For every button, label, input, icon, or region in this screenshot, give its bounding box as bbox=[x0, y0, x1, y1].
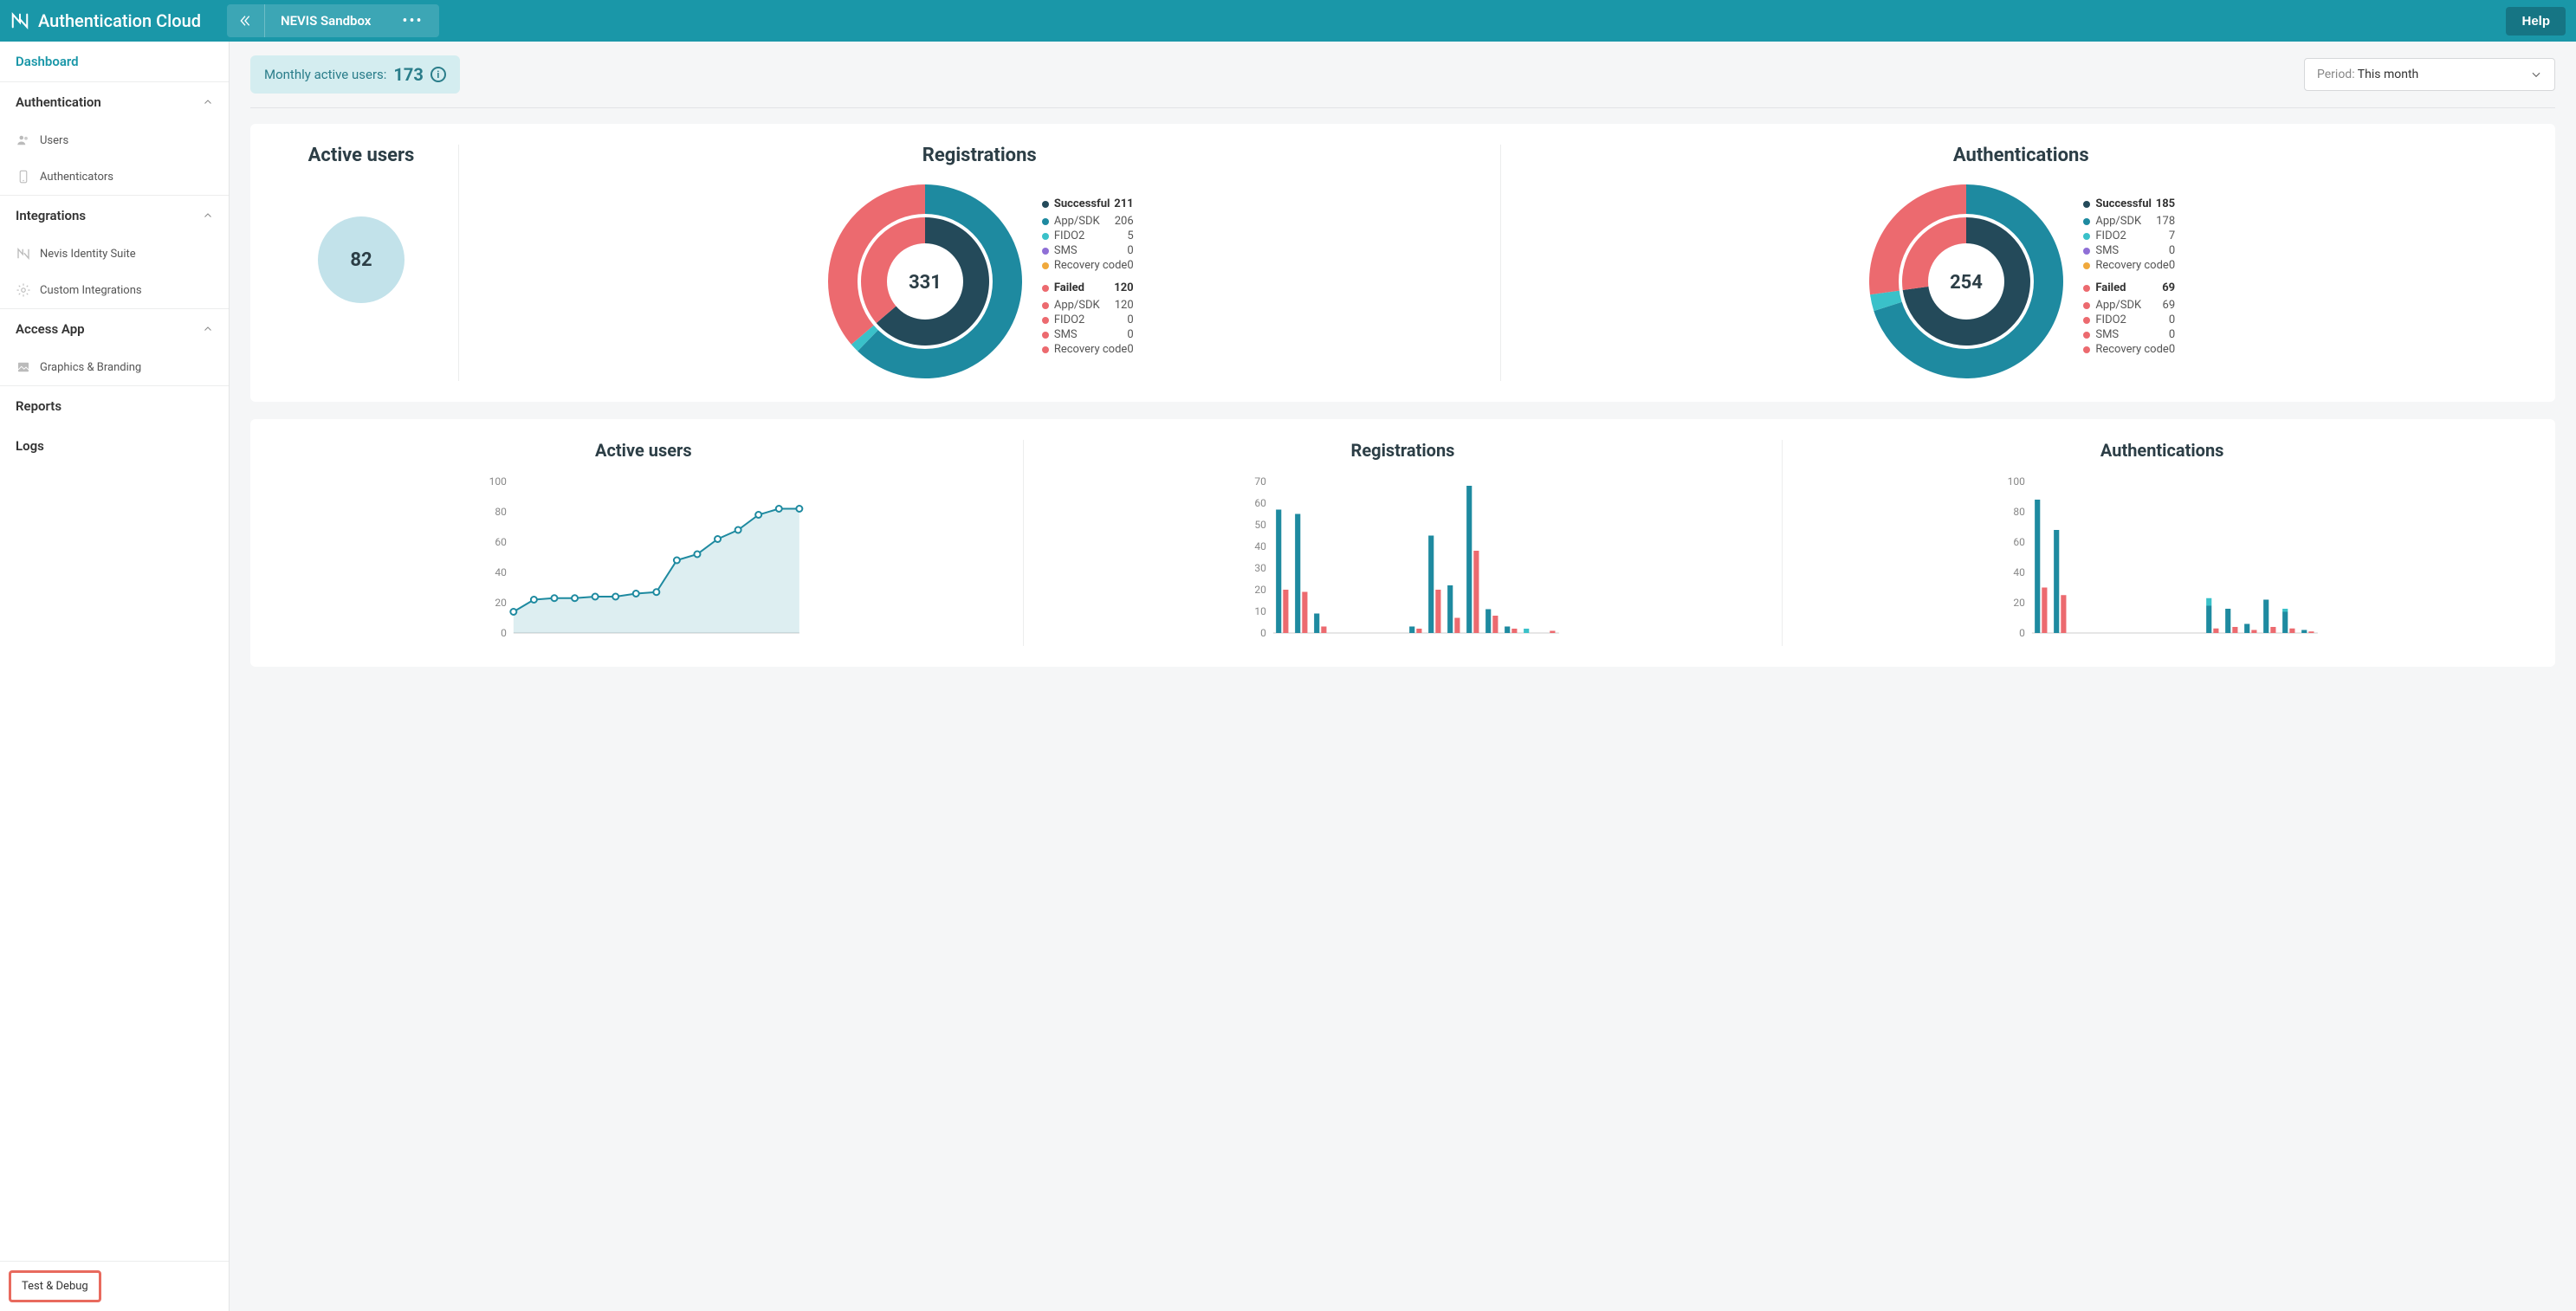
svg-text:60: 60 bbox=[495, 536, 507, 548]
sidebar-item-label: Graphics & Branding bbox=[40, 361, 141, 374]
info-icon[interactable]: i bbox=[430, 67, 446, 82]
svg-text:60: 60 bbox=[1254, 497, 1266, 509]
sidebar-item-dashboard[interactable]: Dashboard bbox=[0, 42, 229, 81]
svg-text:100: 100 bbox=[2008, 475, 2025, 488]
sidebar-item-branding[interactable]: Graphics & Branding bbox=[0, 349, 229, 385]
help-button[interactable]: Help bbox=[2506, 7, 2566, 36]
svg-text:70: 70 bbox=[1254, 475, 1266, 488]
main-content: Monthly active users: 173 i Period: This… bbox=[230, 42, 2576, 1311]
chevron-up-icon bbox=[203, 97, 213, 107]
tile-title: Active users bbox=[308, 145, 415, 166]
tile-title: Authentications bbox=[1953, 145, 2089, 166]
svg-text:0: 0 bbox=[1260, 627, 1266, 639]
period-value: This month bbox=[2358, 68, 2418, 81]
svg-text:80: 80 bbox=[2014, 506, 2026, 518]
chart-title: Authentications bbox=[2100, 440, 2224, 461]
svg-text:100: 100 bbox=[489, 475, 507, 488]
svg-text:60: 60 bbox=[2014, 536, 2026, 548]
svg-text:40: 40 bbox=[2014, 566, 2026, 578]
sidebar-item-integrations[interactable]: Integrations bbox=[0, 196, 229, 236]
sidebar-item-label: Reports bbox=[16, 398, 61, 414]
svg-text:20: 20 bbox=[495, 597, 507, 609]
period-label: Period: bbox=[2317, 68, 2355, 81]
trends-card: Active users 020406080100 Registrations … bbox=[250, 419, 2555, 667]
mau-pill: Monthly active users: 173 i bbox=[250, 55, 460, 94]
svg-text:331: 331 bbox=[909, 272, 942, 294]
sidebar-item-reports[interactable]: Reports bbox=[0, 386, 229, 426]
nevis-icon bbox=[16, 246, 31, 262]
logo-icon bbox=[10, 11, 29, 30]
svg-text:40: 40 bbox=[495, 566, 507, 578]
active-users-value: 82 bbox=[318, 216, 405, 303]
users-icon bbox=[16, 132, 31, 148]
sidebar-item-label: Users bbox=[40, 134, 68, 147]
sidebar-item-label: Access App bbox=[16, 321, 85, 337]
svg-text:254: 254 bbox=[1950, 272, 1983, 294]
sidebar-item-label: Custom Integrations bbox=[40, 284, 142, 297]
active-users-tile: Active users 82 bbox=[275, 145, 448, 381]
authentications-bar-chart: 0 20 40 60 80 100 bbox=[1793, 473, 2531, 646]
authentications-tile: Authentications 254 Successful185App/SDK… bbox=[1511, 145, 2532, 381]
period-select[interactable]: Period: This month bbox=[2304, 58, 2555, 91]
test-debug-button[interactable]: Test & Debug bbox=[9, 1270, 101, 1302]
sidebar-item-label: Authenticators bbox=[40, 171, 113, 184]
active-users-chart-tile: Active users 0 20 40 60 80 100 bbox=[275, 440, 1013, 646]
sidebar-item-nis[interactable]: Nevis Identity Suite bbox=[0, 236, 229, 272]
chevron-up-icon bbox=[203, 324, 213, 334]
registrations-chart-tile: Registrations 0 10 20 30 40 50 60 70 bbox=[1034, 440, 1772, 646]
mau-label: Monthly active users: bbox=[264, 67, 386, 82]
sidebar-item-authenticators[interactable]: Authenticators bbox=[0, 158, 229, 195]
authentications-legend: Successful185App/SDK178FIDO27SMS0Recover… bbox=[2083, 197, 2175, 365]
active-users-line-chart: 0 20 40 60 80 100 bbox=[275, 473, 1013, 646]
registrations-donut: 331 bbox=[825, 182, 1025, 381]
svg-text:0: 0 bbox=[501, 627, 507, 639]
authentications-donut: 254 bbox=[1867, 182, 2066, 381]
topbar: Authentication Cloud NEVIS Sandbox ••• H… bbox=[0, 0, 2576, 42]
chevron-down-icon bbox=[2530, 68, 2542, 81]
sidebar: Dashboard Authentication Users Authentic… bbox=[0, 42, 230, 1311]
gear-icon bbox=[16, 282, 31, 298]
breadcrumb: NEVIS Sandbox ••• bbox=[227, 4, 439, 37]
authentications-chart-tile: Authentications 0 20 40 60 80 100 bbox=[1793, 440, 2531, 646]
svg-text:80: 80 bbox=[495, 506, 507, 518]
summary-card: Active users 82 Registrations 331 Succes… bbox=[250, 124, 2555, 402]
sidebar-item-logs[interactable]: Logs bbox=[0, 426, 229, 466]
tile-title: Registrations bbox=[922, 145, 1037, 166]
registrations-tile: Registrations 331 Successful211App/SDK20… bbox=[469, 145, 1490, 381]
sidebar-item-label: Authentication bbox=[16, 94, 101, 110]
sidebar-item-label: Nevis Identity Suite bbox=[40, 248, 136, 261]
sidebar-item-label: Dashboard bbox=[16, 54, 79, 69]
sidebar-item-authentication[interactable]: Authentication bbox=[0, 82, 229, 122]
chart-title: Active users bbox=[595, 440, 692, 461]
mau-value: 173 bbox=[393, 64, 423, 85]
brand-logo: Authentication Cloud bbox=[10, 10, 201, 31]
svg-text:50: 50 bbox=[1254, 519, 1266, 531]
chevron-up-icon bbox=[203, 210, 213, 221]
sidebar-item-access-app[interactable]: Access App bbox=[0, 309, 229, 349]
sidebar-item-label: Integrations bbox=[16, 208, 86, 223]
sidebar-item-custom-integrations[interactable]: Custom Integrations bbox=[0, 272, 229, 308]
registrations-bar-chart: 0 10 20 30 40 50 60 70 bbox=[1034, 473, 1772, 646]
svg-text:0: 0 bbox=[2019, 627, 2025, 639]
svg-text:10: 10 bbox=[1254, 605, 1266, 617]
svg-text:20: 20 bbox=[2014, 597, 2026, 609]
registrations-legend: Successful211App/SDK206FIDO25SMS0Recover… bbox=[1042, 197, 1134, 365]
breadcrumb-title[interactable]: NEVIS Sandbox bbox=[265, 13, 386, 29]
phone-icon bbox=[16, 169, 31, 184]
svg-text:40: 40 bbox=[1254, 540, 1266, 552]
svg-text:20: 20 bbox=[1254, 584, 1266, 596]
breadcrumb-menu-icon[interactable]: ••• bbox=[386, 12, 438, 30]
sidebar-item-label: Logs bbox=[16, 438, 44, 454]
svg-text:30: 30 bbox=[1254, 562, 1266, 574]
sidebar-item-users[interactable]: Users bbox=[0, 122, 229, 158]
brand-title: Authentication Cloud bbox=[38, 10, 201, 31]
breadcrumb-back-icon[interactable] bbox=[227, 4, 265, 37]
chart-title: Registrations bbox=[1351, 440, 1455, 461]
image-icon bbox=[16, 359, 31, 375]
